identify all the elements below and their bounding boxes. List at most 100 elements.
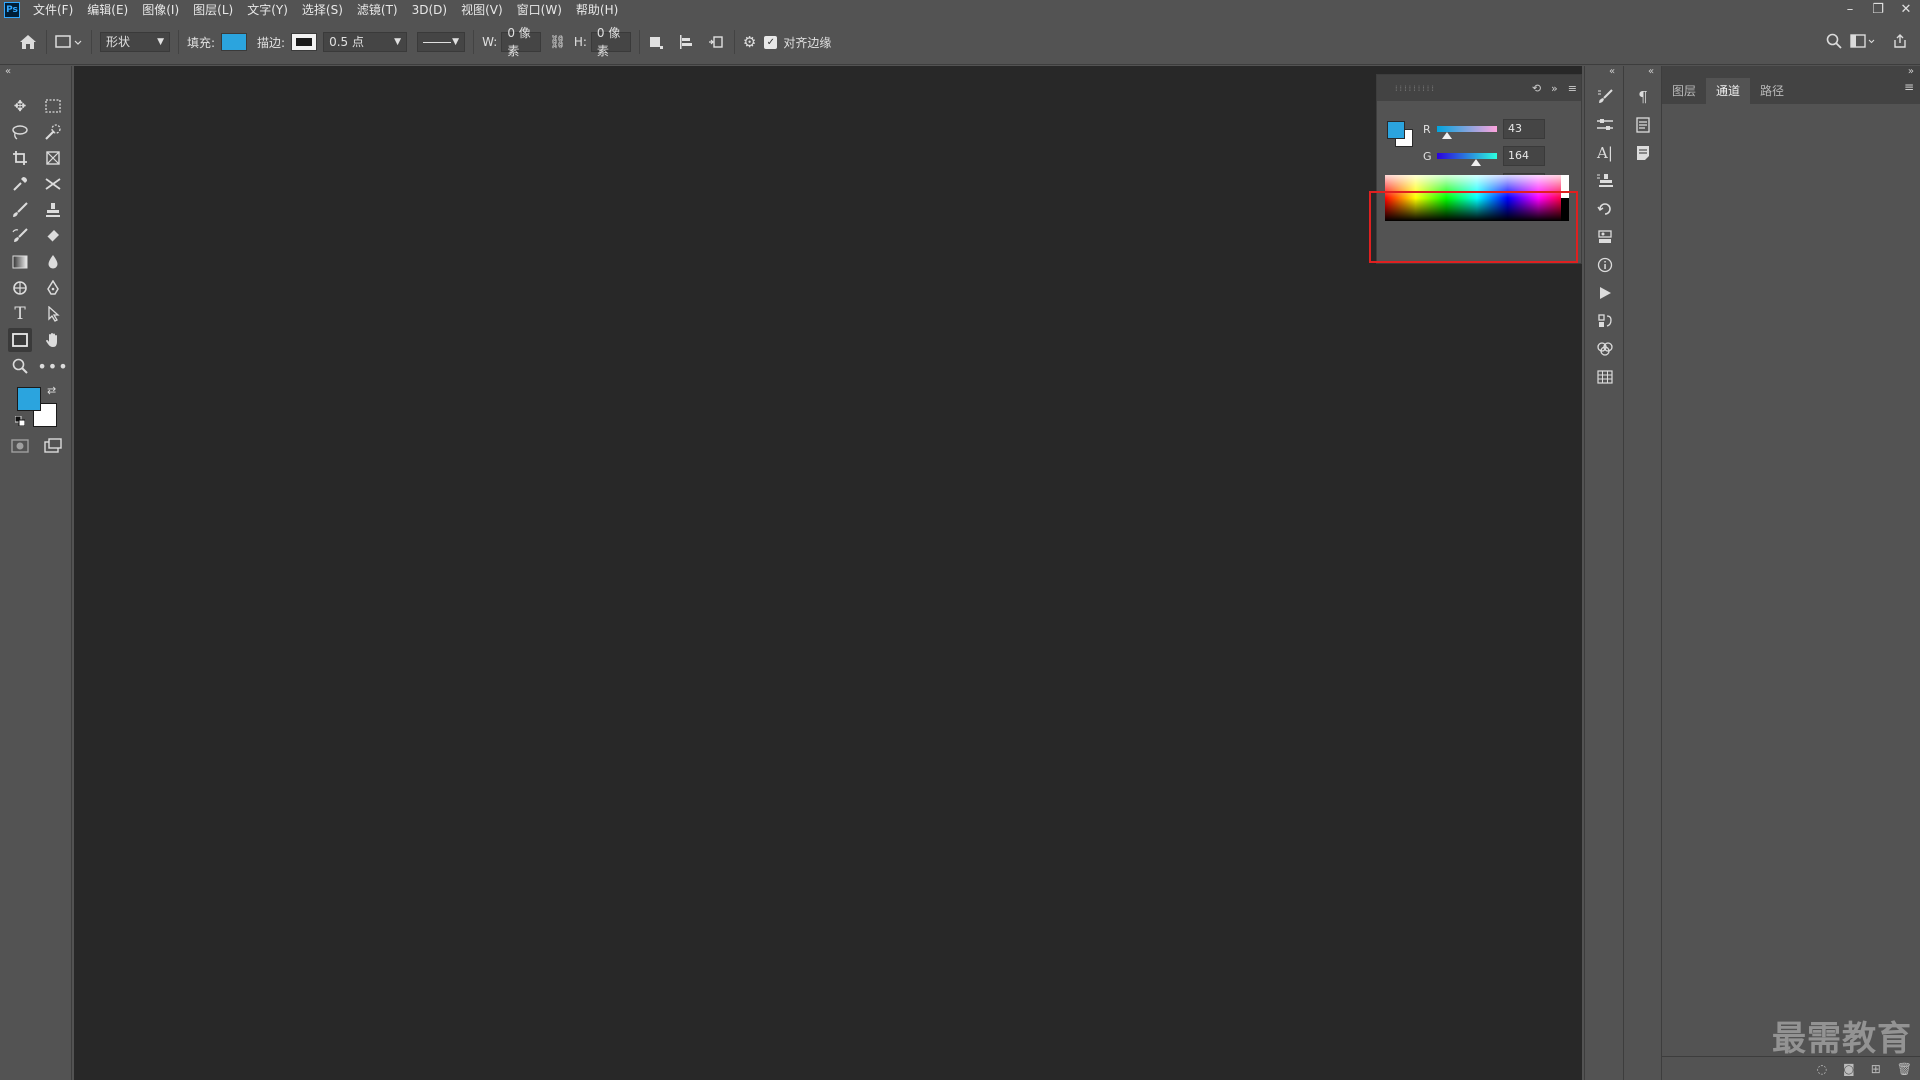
- swatches-grid-icon[interactable]: [1593, 366, 1617, 388]
- tab-paths[interactable]: 路径: [1750, 78, 1794, 104]
- workspace-icon[interactable]: [1850, 33, 1876, 49]
- crop-tool-icon[interactable]: [8, 146, 32, 170]
- swap-colors-icon[interactable]: ⇄: [47, 384, 56, 397]
- brushes-panel-icon[interactable]: [1593, 86, 1617, 108]
- libraries-panel-icon[interactable]: [1593, 226, 1617, 248]
- type-tool-icon[interactable]: T: [8, 302, 32, 326]
- gradient-tool-icon[interactable]: [8, 250, 32, 274]
- menu-edit[interactable]: 编辑(E): [80, 0, 135, 20]
- minimize-button[interactable]: –: [1836, 0, 1864, 20]
- channels-panel-icon[interactable]: [1593, 338, 1617, 360]
- panel-menu-icon[interactable]: ≡: [1904, 80, 1914, 94]
- save-selection-icon[interactable]: ◙: [1843, 1062, 1855, 1076]
- height-input[interactable]: 0 像素: [590, 26, 631, 58]
- close-button[interactable]: ✕: [1892, 0, 1920, 20]
- stroke-width-select[interactable]: 0.5 点 ▼: [323, 32, 408, 52]
- menu-file[interactable]: 文件(F): [26, 0, 80, 20]
- green-value-input[interactable]: 164: [1503, 146, 1545, 166]
- paragraph-styles-icon[interactable]: [1631, 114, 1655, 136]
- brush-tool-icon[interactable]: [8, 198, 32, 222]
- red-channel-slider[interactable]: [1437, 126, 1497, 139]
- pen-tool-icon[interactable]: [41, 276, 65, 300]
- menu-bar: Ps 文件(F) 编辑(E) 图像(I) 图层(L) 文字(Y) 选择(S) 滤…: [0, 0, 1920, 20]
- load-selection-icon[interactable]: ◌: [1817, 1062, 1827, 1076]
- menu-view[interactable]: 视图(V): [454, 0, 510, 20]
- more-tools-icon[interactable]: •••: [37, 354, 67, 378]
- share-icon[interactable]: [1892, 33, 1908, 49]
- hand-tool-icon[interactable]: [41, 328, 65, 352]
- tool-mode-select[interactable]: 形状 ▼: [100, 32, 170, 52]
- gear-icon[interactable]: ⚙: [743, 33, 756, 51]
- expand-icon[interactable]: »: [1908, 66, 1914, 77]
- collapse-icon[interactable]: «: [1648, 66, 1654, 77]
- quick-selection-tool-icon[interactable]: [41, 120, 65, 144]
- character-styles-icon[interactable]: A|: [1593, 142, 1617, 164]
- green-slider-thumb[interactable]: [1470, 159, 1481, 166]
- color-swatch-pair[interactable]: [1387, 121, 1415, 149]
- collapse-icon[interactable]: «: [1609, 66, 1615, 77]
- menu-help[interactable]: 帮助(H): [569, 0, 625, 20]
- shape-tool-preset-icon[interactable]: [55, 34, 83, 50]
- menu-window[interactable]: 窗口(W): [510, 0, 569, 20]
- dodge-tool-icon[interactable]: [8, 276, 32, 300]
- menu-select[interactable]: 选择(S): [295, 0, 350, 20]
- screen-mode-icon[interactable]: [41, 434, 65, 458]
- rectangle-tool-icon[interactable]: [8, 328, 32, 352]
- link-icon[interactable]: ⛓: [549, 35, 566, 50]
- tab-channels[interactable]: 通道: [1706, 78, 1751, 104]
- eraser-tool-icon[interactable]: [41, 224, 65, 248]
- clone-source-icon[interactable]: [1593, 170, 1617, 192]
- red-slider-thumb[interactable]: [1442, 132, 1453, 139]
- menu-image[interactable]: 图像(I): [135, 0, 186, 20]
- history-brush-tool-icon[interactable]: [8, 224, 32, 248]
- frame-tool-icon[interactable]: [41, 146, 65, 170]
- menu-layer[interactable]: 图层(L): [186, 0, 240, 20]
- foreground-color-chip[interactable]: [1387, 121, 1405, 139]
- green-channel-slider[interactable]: [1437, 153, 1497, 166]
- home-icon[interactable]: [18, 32, 38, 52]
- tab-layers[interactable]: 图层: [1662, 78, 1706, 104]
- path-alignment-icon[interactable]: [678, 34, 694, 50]
- panel-menu-icon[interactable]: ≡: [1568, 82, 1577, 95]
- red-value-input[interactable]: 43: [1503, 119, 1545, 139]
- menu-type[interactable]: 文字(Y): [240, 0, 295, 20]
- new-channel-icon[interactable]: ⊞: [1871, 1062, 1881, 1076]
- menu-3d[interactable]: 3D(D): [405, 0, 454, 20]
- move-tool-icon[interactable]: ✥: [8, 94, 32, 118]
- line-style-icon: [423, 41, 452, 43]
- stroke-type-select[interactable]: ▼: [417, 32, 466, 52]
- stroke-color-swatch[interactable]: [291, 33, 318, 51]
- marquee-tool-icon[interactable]: [41, 94, 65, 118]
- eyedropper-tool-icon[interactable]: [8, 172, 32, 196]
- collapse-icon[interactable]: «: [5, 66, 11, 77]
- trash-icon[interactable]: 🗑: [1897, 1062, 1912, 1076]
- fill-color-swatch[interactable]: [221, 33, 248, 51]
- history-panel-icon[interactable]: [1593, 198, 1617, 220]
- clone-stamp-tool-icon[interactable]: [41, 198, 65, 222]
- path-arrangement-icon[interactable]: [708, 34, 726, 50]
- refresh-icon[interactable]: ⟲: [1532, 82, 1541, 95]
- align-edges-checkbox[interactable]: ✓: [764, 35, 778, 49]
- path-selection-tool-icon[interactable]: [41, 302, 65, 326]
- menu-filter[interactable]: 滤镜(T): [350, 0, 405, 20]
- path-operations-icon[interactable]: [648, 34, 664, 50]
- divider: [91, 30, 92, 54]
- foreground-color-swatch[interactable]: [17, 387, 41, 411]
- default-colors-icon[interactable]: [14, 415, 26, 427]
- actions-play-icon[interactable]: [1593, 282, 1617, 304]
- info-icon[interactable]: [1593, 254, 1617, 276]
- content-aware-move-tool-icon[interactable]: [41, 172, 65, 196]
- blur-tool-icon[interactable]: [41, 250, 65, 274]
- paragraph-icon[interactable]: ¶: [1631, 86, 1655, 108]
- search-icon[interactable]: [1826, 33, 1842, 49]
- width-input[interactable]: 0 像素: [501, 26, 542, 58]
- restore-button[interactable]: ❐: [1864, 0, 1892, 20]
- lasso-tool-icon[interactable]: [8, 120, 32, 144]
- expand-panels-icon[interactable]: »: [1551, 82, 1558, 95]
- zoom-tool-icon[interactable]: [8, 354, 32, 378]
- adjustments-panel-icon[interactable]: [1593, 114, 1617, 136]
- quick-mask-icon[interactable]: [8, 434, 32, 458]
- notes-icon[interactable]: [1631, 142, 1655, 164]
- properties-panel-icon[interactable]: [1593, 310, 1617, 332]
- document-canvas[interactable]: [74, 66, 1582, 1080]
